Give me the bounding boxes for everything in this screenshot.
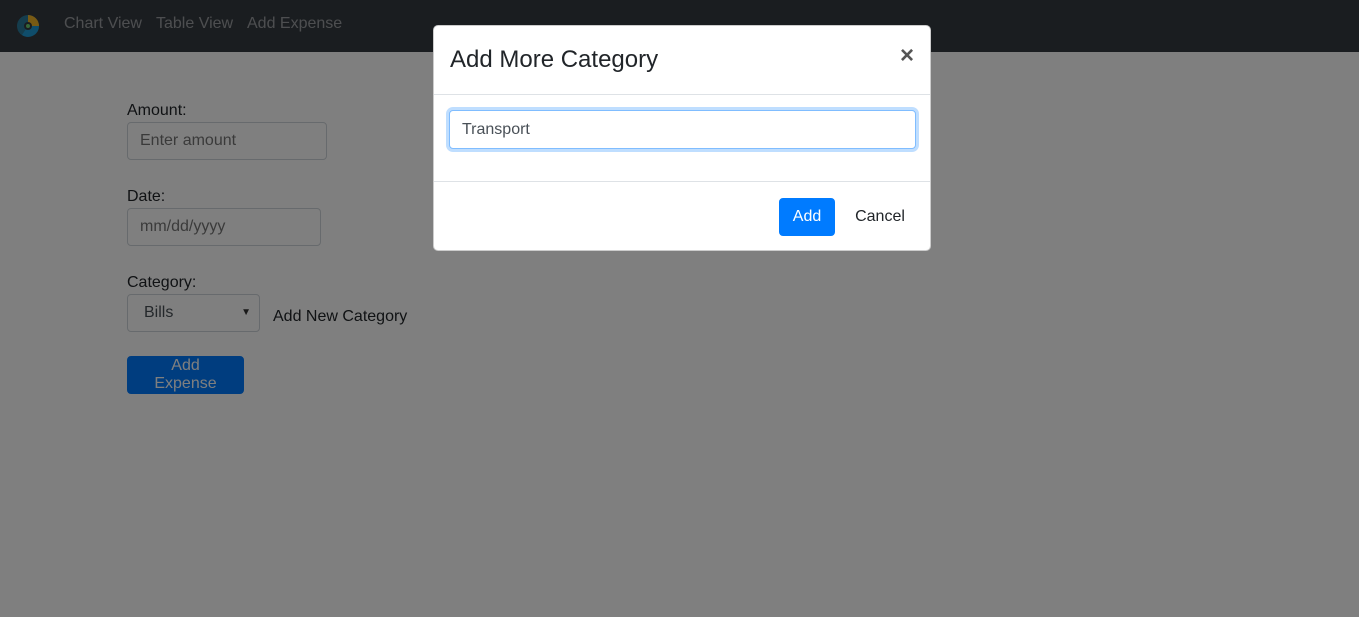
modal-footer: Add Cancel [434, 181, 930, 251]
modal-title: Add More Category [450, 46, 659, 73]
modal-header: Add More Category × [434, 26, 930, 95]
close-icon[interactable]: × [900, 44, 914, 68]
add-category-modal: Add More Category × Add Cancel [433, 25, 931, 251]
add-category-button[interactable]: Add [779, 198, 835, 236]
cancel-button[interactable]: Cancel [847, 198, 913, 236]
category-name-input[interactable] [449, 110, 916, 149]
